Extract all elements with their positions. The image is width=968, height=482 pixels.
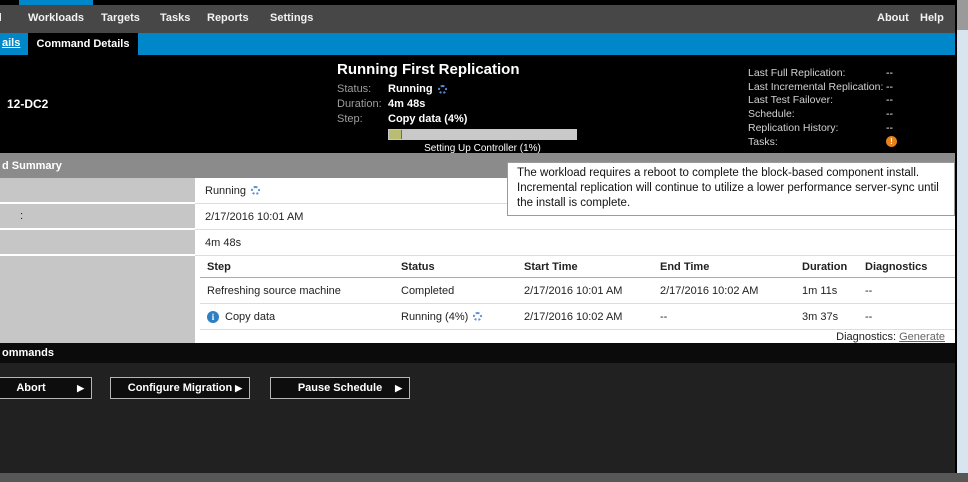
- pause-schedule-button[interactable]: Pause Schedule ▶: [270, 377, 410, 399]
- status-label: Status:: [337, 82, 388, 97]
- commands-section: ommands Abort ▶ Configure Migration ▶ Pa…: [0, 343, 955, 473]
- col-diagnostics: Diagnostics: [865, 261, 955, 273]
- summary-row-label: [0, 230, 195, 256]
- steps-table-region: Step Status Start Time End Time Duration…: [0, 256, 955, 343]
- nav-item-help[interactable]: Help: [920, 12, 944, 24]
- last-test-failover-value: --: [886, 94, 893, 106]
- table-row: Refreshing source machine Completed 2/17…: [200, 278, 955, 304]
- nav-item-fragment[interactable]: d: [0, 12, 2, 24]
- last-incremental-replication-label: Last Incremental Replication:: [748, 81, 886, 93]
- replication-info-panel: Last Full Replication: -- Last Increment…: [748, 66, 897, 149]
- summary-row-label: :: [0, 204, 195, 230]
- pause-schedule-button-label: Pause Schedule: [298, 382, 382, 394]
- schedule-label: Schedule:: [748, 108, 886, 120]
- schedule-value: --: [886, 108, 893, 120]
- workload-name: 12-DC2: [7, 97, 48, 111]
- step-end: --: [660, 311, 802, 323]
- page-right-margin-body: [957, 30, 968, 473]
- col-duration: Duration: [802, 261, 865, 273]
- abort-button-label: Abort: [16, 382, 45, 394]
- nav-item-reports[interactable]: Reports: [207, 12, 249, 24]
- replication-history-label: Replication History:: [748, 122, 886, 134]
- nav-item-tasks[interactable]: Tasks: [160, 12, 190, 24]
- steps-table: Step Status Start Time End Time Duration…: [195, 256, 955, 343]
- col-end-time: End Time: [660, 261, 802, 273]
- replication-status-block: Running First Replication Status: Runnin…: [337, 61, 587, 154]
- nav-item-workloads[interactable]: Workloads: [28, 12, 84, 24]
- step-duration: 1m 11s: [802, 285, 865, 297]
- step-name: Refreshing source machine: [207, 285, 401, 297]
- summary-row-label: [0, 178, 195, 204]
- col-start-time: Start Time: [524, 261, 660, 273]
- step-start: 2/17/2016 10:02 AM: [524, 311, 660, 323]
- diagnostics-line: Diagnostics: Generate: [200, 330, 955, 343]
- step-diagnostics: --: [865, 285, 955, 297]
- last-test-failover-label: Last Test Failover:: [748, 94, 886, 106]
- replication-header-panel: 12-DC2 Running First Replication Status:…: [0, 55, 955, 153]
- summary-duration-value: 4m 48s: [195, 230, 955, 256]
- page-title: Running First Replication: [337, 61, 587, 78]
- label-column-gutter: [0, 256, 195, 343]
- info-icon[interactable]: i: [207, 311, 219, 323]
- step-end: 2/17/2016 10:02 AM: [660, 285, 802, 297]
- diagnostics-label: Diagnostics:: [836, 331, 896, 343]
- nav-item-about[interactable]: About: [877, 12, 909, 24]
- spinner-icon: [438, 85, 447, 94]
- tab-details-link[interactable]: ails: [2, 37, 20, 49]
- duration-value: 4m 48s: [388, 97, 425, 112]
- replication-history-value: --: [886, 122, 893, 134]
- arrow-right-icon: ▶: [235, 383, 242, 394]
- last-full-replication-label: Last Full Replication:: [748, 67, 886, 79]
- col-step: Step: [207, 261, 401, 273]
- last-full-replication-value: --: [886, 67, 893, 79]
- step-status: Running (4%): [401, 311, 468, 323]
- step-value: Copy data (4%): [388, 112, 467, 127]
- abort-button[interactable]: Abort ▶: [0, 377, 92, 399]
- nav-item-settings[interactable]: Settings: [270, 12, 313, 24]
- step-name: Copy data: [225, 311, 275, 323]
- page-right-margin: [955, 0, 968, 473]
- status-bar: [0, 473, 968, 482]
- steps-table-header: Step Status Start Time End Time Duration…: [200, 256, 955, 278]
- last-incremental-replication-value: --: [886, 81, 893, 93]
- nav-item-targets[interactable]: Targets: [101, 12, 140, 24]
- spinner-icon: [251, 186, 260, 195]
- app-window: d Workloads Targets Tasks Reports Settin…: [0, 0, 968, 482]
- table-row: i Copy data Running (4%) 2/17/2016 10:02…: [200, 304, 955, 330]
- tasks-label: Tasks:: [748, 136, 886, 148]
- arrow-right-icon: ▶: [395, 383, 402, 394]
- step-progress-bar: [388, 129, 577, 140]
- warning-icon[interactable]: !: [886, 136, 897, 147]
- tab-bar: ails Command Details: [0, 33, 955, 55]
- progress-fill: [389, 130, 402, 139]
- arrow-right-icon: ▶: [77, 383, 84, 394]
- col-status: Status: [401, 261, 524, 273]
- status-value: Running: [388, 82, 433, 97]
- configure-migration-button[interactable]: Configure Migration ▶: [110, 377, 250, 399]
- commands-section-header: ommands: [0, 343, 955, 363]
- step-diagnostics: --: [865, 311, 955, 323]
- page-right-margin-top: [957, 0, 968, 30]
- summary-status-value: Running: [205, 185, 246, 197]
- main-navbar: d Workloads Targets Tasks Reports Settin…: [0, 5, 955, 33]
- summary-row-duration: 4m 48s: [0, 230, 955, 256]
- generate-diagnostics-link[interactable]: Generate: [899, 331, 945, 343]
- step-start: 2/17/2016 10:01 AM: [524, 285, 660, 297]
- reboot-required-tooltip: The workload requires a reboot to comple…: [507, 162, 955, 216]
- step-duration: 3m 37s: [802, 311, 865, 323]
- configure-migration-button-label: Configure Migration: [128, 382, 233, 394]
- step-status: Completed: [401, 285, 524, 297]
- duration-label: Duration:: [337, 97, 388, 112]
- spinner-icon: [473, 312, 482, 321]
- tab-command-details[interactable]: Command Details: [28, 33, 138, 55]
- step-label: Step:: [337, 112, 388, 127]
